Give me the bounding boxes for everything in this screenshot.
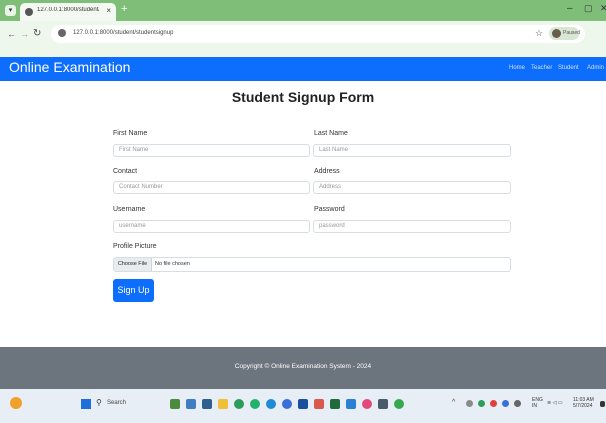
copyright-text: Copyright © Online Examination System - …: [234, 363, 372, 370]
sign-up-button[interactable]: Sign Up: [113, 279, 154, 302]
page-title: Student Signup Form: [231, 89, 375, 105]
excel-icon[interactable]: [330, 399, 340, 409]
tray-app-icon-1[interactable]: [466, 400, 473, 407]
search-icon[interactable]: ⚲: [96, 398, 102, 407]
nav-link-home[interactable]: Home: [509, 65, 525, 71]
forward-arrow-icon[interactable]: →: [20, 29, 29, 39]
chrome-icon[interactable]: [234, 399, 244, 409]
password-input[interactable]: password: [313, 220, 511, 233]
tray-app-icon-3[interactable]: [490, 400, 497, 407]
first-name-label: First Name: [113, 130, 148, 137]
browser-tab-bar: ▾ 127.0.0.1:8000/student/studen × + – ▢ …: [0, 0, 606, 21]
last-name-label: Last Name: [314, 130, 348, 137]
username-input[interactable]: username: [113, 220, 310, 233]
file-explorer-icon[interactable]: [218, 399, 228, 409]
maximize-icon[interactable]: ▢: [584, 3, 593, 14]
whatsapp-icon[interactable]: [250, 399, 260, 409]
contact-input[interactable]: Contact Number: [113, 181, 310, 194]
language-indicator[interactable]: ENG IN: [532, 397, 543, 409]
brand-title[interactable]: Online Examination: [9, 59, 130, 75]
contact-label: Contact: [113, 168, 138, 175]
tray-app-icon-4[interactable]: [502, 400, 509, 407]
weather-icon[interactable]: [10, 397, 22, 409]
mail-icon[interactable]: [378, 399, 388, 409]
address-label: Address: [314, 168, 340, 175]
last-name-input[interactable]: Last Name: [313, 144, 511, 157]
profile-picture-input[interactable]: Choose File No file chosen: [113, 257, 511, 272]
bookmark-star-icon[interactable]: ☆: [535, 28, 543, 39]
password-label: Password: [314, 206, 345, 213]
nav-link-student[interactable]: Student: [558, 65, 579, 71]
tab-title: 127.0.0.1:8000/student/studen: [37, 7, 99, 13]
browser-app-icon[interactable]: [394, 399, 404, 409]
choose-file-button[interactable]: Choose File: [114, 258, 152, 271]
last-name-placeholder: Last Name: [319, 147, 349, 153]
word-icon[interactable]: [298, 399, 308, 409]
powerpoint-icon[interactable]: [314, 399, 324, 409]
address-input[interactable]: Address: [313, 181, 511, 194]
tray-app-icon-5[interactable]: [514, 400, 521, 407]
avatar: [552, 29, 561, 38]
profile-picture-label: Profile Picture: [113, 243, 157, 250]
nav-link-teacher[interactable]: Teacher: [531, 65, 552, 71]
wifi-volume-battery-icon[interactable]: ≋ ◁ ▭: [547, 400, 563, 406]
browser-tab[interactable]: 127.0.0.1:8000/student/studen ×: [20, 3, 116, 21]
username-placeholder: username: [119, 223, 146, 229]
profile-label: Paused: [563, 30, 580, 36]
nav-link-admin[interactable]: Admin: [587, 65, 604, 71]
settings-icon[interactable]: [282, 399, 292, 409]
globe-icon: [25, 8, 33, 16]
edge-icon[interactable]: [266, 399, 276, 409]
instagram-icon[interactable]: [362, 399, 372, 409]
site-navbar: Online Examination Home Teacher Student …: [0, 57, 606, 81]
windows-start-icon[interactable]: [81, 399, 91, 409]
minimize-icon[interactable]: –: [567, 3, 573, 14]
taskbar-search-label[interactable]: Search: [107, 400, 126, 406]
back-arrow-icon[interactable]: ←: [7, 29, 16, 39]
reload-icon[interactable]: ↻: [33, 28, 41, 39]
profile-button[interactable]: Paused: [549, 27, 580, 40]
contact-placeholder: Contact Number: [119, 184, 163, 190]
address-bar[interactable]: 127.0.0.1:8000/student/studentsignup ☆ P…: [51, 25, 585, 43]
vscode-icon[interactable]: [346, 399, 356, 409]
tray-app-icon-2[interactable]: [478, 400, 485, 407]
username-label: Username: [113, 206, 146, 213]
tab-menu-icon[interactable]: ▾: [5, 5, 16, 16]
chevron-up-icon[interactable]: ^: [452, 399, 455, 406]
new-tab-icon[interactable]: +: [121, 3, 127, 15]
widgets-icon[interactable]: [186, 399, 196, 409]
close-tab-icon[interactable]: ×: [106, 6, 111, 15]
browser-toolbar: ← → ↻ 127.0.0.1:8000/student/studentsign…: [0, 21, 606, 57]
url-text[interactable]: 127.0.0.1:8000/student/studentsignup: [73, 30, 173, 36]
clock-date: 5/7/2024: [573, 403, 593, 409]
clock[interactable]: 11:03 AM 5/7/2024: [573, 397, 594, 409]
landscape-app-icon[interactable]: [170, 399, 180, 409]
password-placeholder: password: [319, 223, 345, 229]
page-footer: Copyright © Online Examination System - …: [0, 347, 606, 389]
file-status-text: No file chosen: [155, 261, 190, 267]
region-code: IN: [532, 403, 537, 409]
site-info-icon[interactable]: [58, 29, 66, 37]
task-view-icon[interactable]: [202, 399, 212, 409]
close-window-icon[interactable]: ✕: [600, 3, 606, 14]
notification-bell-icon[interactable]: [600, 401, 605, 407]
windows-taskbar: ⚲ Search ^ ENG IN ≋ ◁ ▭ 11:03 AM 5/7/202…: [0, 389, 606, 423]
first-name-input[interactable]: First Name: [113, 144, 310, 157]
address-placeholder: Address: [319, 184, 342, 190]
first-name-placeholder: First Name: [119, 147, 149, 153]
